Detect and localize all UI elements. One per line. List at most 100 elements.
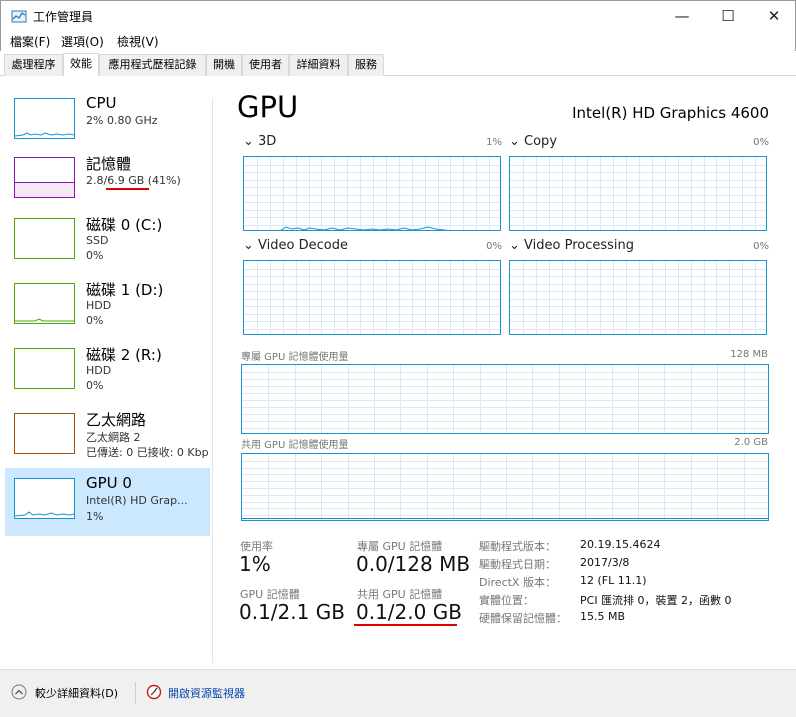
gpu-memory-value: 0.1/2.1 GB <box>239 600 345 624</box>
page-title: GPU <box>237 90 299 124</box>
sidebar-disk1-usage: 0% <box>86 314 104 327</box>
annotation-underline <box>354 624 457 626</box>
engine-video-decode-name: Video Decode <box>258 238 348 253</box>
sidebar-disk1-title: 磁碟 1 (D:) <box>86 281 164 299</box>
title-bar: 工作管理員 — ☐ ✕ <box>0 0 796 31</box>
menu-options[interactable]: 選項(O) <box>61 33 104 50</box>
engine-video-processing-pct: 0% <box>753 241 769 252</box>
disk1-thumbnail <box>14 283 75 324</box>
shared-memory-graph <box>241 453 769 521</box>
engine-video-processing-graph <box>509 260 767 335</box>
sidebar-disk0-usage: 0% <box>86 249 104 262</box>
bottom-bar: 較少詳細資料(D) 開啟資源監視器 <box>0 669 796 717</box>
dedicated-memory-graph <box>241 364 769 434</box>
engine-3d-trace <box>280 226 449 230</box>
engine-video-processing-label[interactable]: ⌄ Video Processing <box>509 238 634 253</box>
ethernet-thumbnail <box>14 413 75 454</box>
sidebar-disk2-title: 磁碟 2 (R:) <box>86 346 162 364</box>
menu-bar: 檔案(F) 選項(O) 檢視(V) <box>0 31 796 51</box>
sidebar-gpu0-usage: 1% <box>86 510 104 523</box>
shared-memory-graph-label: 共用 GPU 記憶體使用量 <box>241 440 349 451</box>
driver-date-label: 驅動程式日期： <box>479 558 556 571</box>
performance-panel: CPU 2% 0.80 GHz 記憶體 2.8/6.9 GB (41%) 磁碟 … <box>0 76 796 669</box>
task-manager-icon <box>11 10 27 23</box>
menu-view[interactable]: 檢視(V) <box>117 33 159 50</box>
resource-monitor-icon <box>146 684 162 700</box>
sidebar-item-disk2[interactable]: 磁碟 2 (R:) HDD 0% <box>5 342 210 404</box>
gpu-model-name: Intel(R) HD Graphics 4600 <box>572 104 769 122</box>
bottom-divider <box>135 682 136 704</box>
fewer-details-link[interactable]: 較少詳細資料(D) <box>35 685 118 701</box>
sidebar-item-cpu[interactable]: CPU 2% 0.80 GHz <box>5 91 210 153</box>
chevron-down-icon: ⌄ <box>509 238 525 253</box>
memory-thumbnail <box>14 157 75 198</box>
chevron-down-icon: ⌄ <box>509 134 525 149</box>
engine-copy-pct: 0% <box>753 137 769 148</box>
chevron-down-icon: ⌄ <box>243 134 259 149</box>
dedicated-memory-max: 128 MB <box>730 349 768 360</box>
shared-memory-max: 2.0 GB <box>734 437 768 448</box>
sidebar-disk1-type: HDD <box>86 299 112 312</box>
utilization-value: 1% <box>239 552 271 576</box>
engine-video-decode-graph <box>243 260 501 335</box>
sidebar-memory-sub: 2.8/6.9 GB (41%) <box>86 174 181 187</box>
hardware-reserved-memory-label: 硬體保留記憶體： <box>479 612 567 625</box>
engine-video-decode-label[interactable]: ⌄ Video Decode <box>243 238 348 253</box>
engine-video-processing-name: Video Processing <box>524 238 635 253</box>
sidebar-item-ethernet[interactable]: 乙太網路 乙太網路 2 已傳送: 0 已接收: 0 Kbp <box>5 407 210 469</box>
tab-bar: 處理程序 效能 應用程式歷程記錄 開機 使用者 詳細資料 服務 <box>0 53 796 76</box>
engine-copy-graph <box>509 156 767 231</box>
engine-3d-label[interactable]: ⌄ 3D <box>243 134 276 149</box>
physical-location-label: 實體位置： <box>479 594 534 607</box>
engine-3d-graph <box>243 156 501 231</box>
dedicated-memory-value: 0.0/128 MB <box>356 552 471 576</box>
sidebar-gpu0-title: GPU 0 <box>86 474 132 492</box>
tab-startup[interactable]: 開機 <box>206 54 242 76</box>
tab-services[interactable]: 服務 <box>348 54 384 76</box>
tab-app-history[interactable]: 應用程式歷程記錄 <box>99 54 206 76</box>
sidebar-item-disk1[interactable]: 磁碟 1 (D:) HDD 0% <box>5 277 210 339</box>
sidebar-ethernet-title: 乙太網路 <box>86 411 147 429</box>
sidebar-memory-title: 記憶體 <box>86 155 132 173</box>
tab-details[interactable]: 詳細資料 <box>289 54 348 76</box>
sidebar-disk0-type: SSD <box>86 234 109 247</box>
directx-version-value: 12 (FL 11.1) <box>580 574 647 587</box>
annotation-underline <box>106 188 149 190</box>
disk0-thumbnail <box>14 218 75 259</box>
menu-file[interactable]: 檔案(F) <box>10 33 50 50</box>
sidebar-disk2-type: HDD <box>86 364 112 377</box>
gpu0-thumbnail <box>14 478 75 519</box>
sidebar-ethernet-adapter: 乙太網路 2 <box>86 431 141 444</box>
sidebar-cpu-sub: 2% 0.80 GHz <box>86 114 158 127</box>
minimize-button[interactable]: — <box>659 1 705 32</box>
directx-version-label: DirectX 版本： <box>479 576 556 589</box>
tab-users[interactable]: 使用者 <box>242 54 289 76</box>
window-title: 工作管理員 <box>33 10 94 24</box>
engine-copy-name: Copy <box>524 134 558 149</box>
maximize-button[interactable]: ☐ <box>705 1 751 32</box>
engine-copy-label[interactable]: ⌄ Copy <box>509 134 557 149</box>
chevron-down-icon: ⌄ <box>243 238 259 253</box>
tab-processes[interactable]: 處理程序 <box>4 54 63 76</box>
hardware-reserved-memory-value: 15.5 MB <box>580 610 626 623</box>
sidebar-item-disk0[interactable]: 磁碟 0 (C:) SSD 0% <box>5 212 210 274</box>
sidebar-ethernet-throughput: 已傳送: 0 已接收: 0 Kbp <box>86 446 209 459</box>
physical-location-value: PCI 匯流排 0，裝置 2，函數 0 <box>580 594 732 607</box>
driver-version-label: 驅動程式版本： <box>479 540 556 553</box>
driver-version-value: 20.19.15.4624 <box>580 538 661 551</box>
engine-3d-pct: 1% <box>486 137 502 148</box>
tab-performance[interactable]: 效能 <box>63 53 99 76</box>
engine-video-decode-pct: 0% <box>486 241 502 252</box>
sidebar-cpu-title: CPU <box>86 94 117 112</box>
sidebar-divider <box>212 98 213 663</box>
open-resource-monitor-link[interactable]: 開啟資源監視器 <box>168 685 245 701</box>
shared-memory-value: 0.1/2.0 GB <box>356 600 462 624</box>
engine-3d-name: 3D <box>258 134 277 149</box>
sidebar-disk2-usage: 0% <box>86 379 104 392</box>
disk2-thumbnail <box>14 348 75 389</box>
sidebar-item-gpu0[interactable]: GPU 0 Intel(R) HD Grap... 1% <box>5 468 210 536</box>
close-button[interactable]: ✕ <box>751 1 796 32</box>
driver-date-value: 2017/3/8 <box>580 556 630 569</box>
chevron-up-icon[interactable] <box>11 684 27 700</box>
sidebar-item-memory[interactable]: 記憶體 2.8/6.9 GB (41%) <box>5 151 210 213</box>
